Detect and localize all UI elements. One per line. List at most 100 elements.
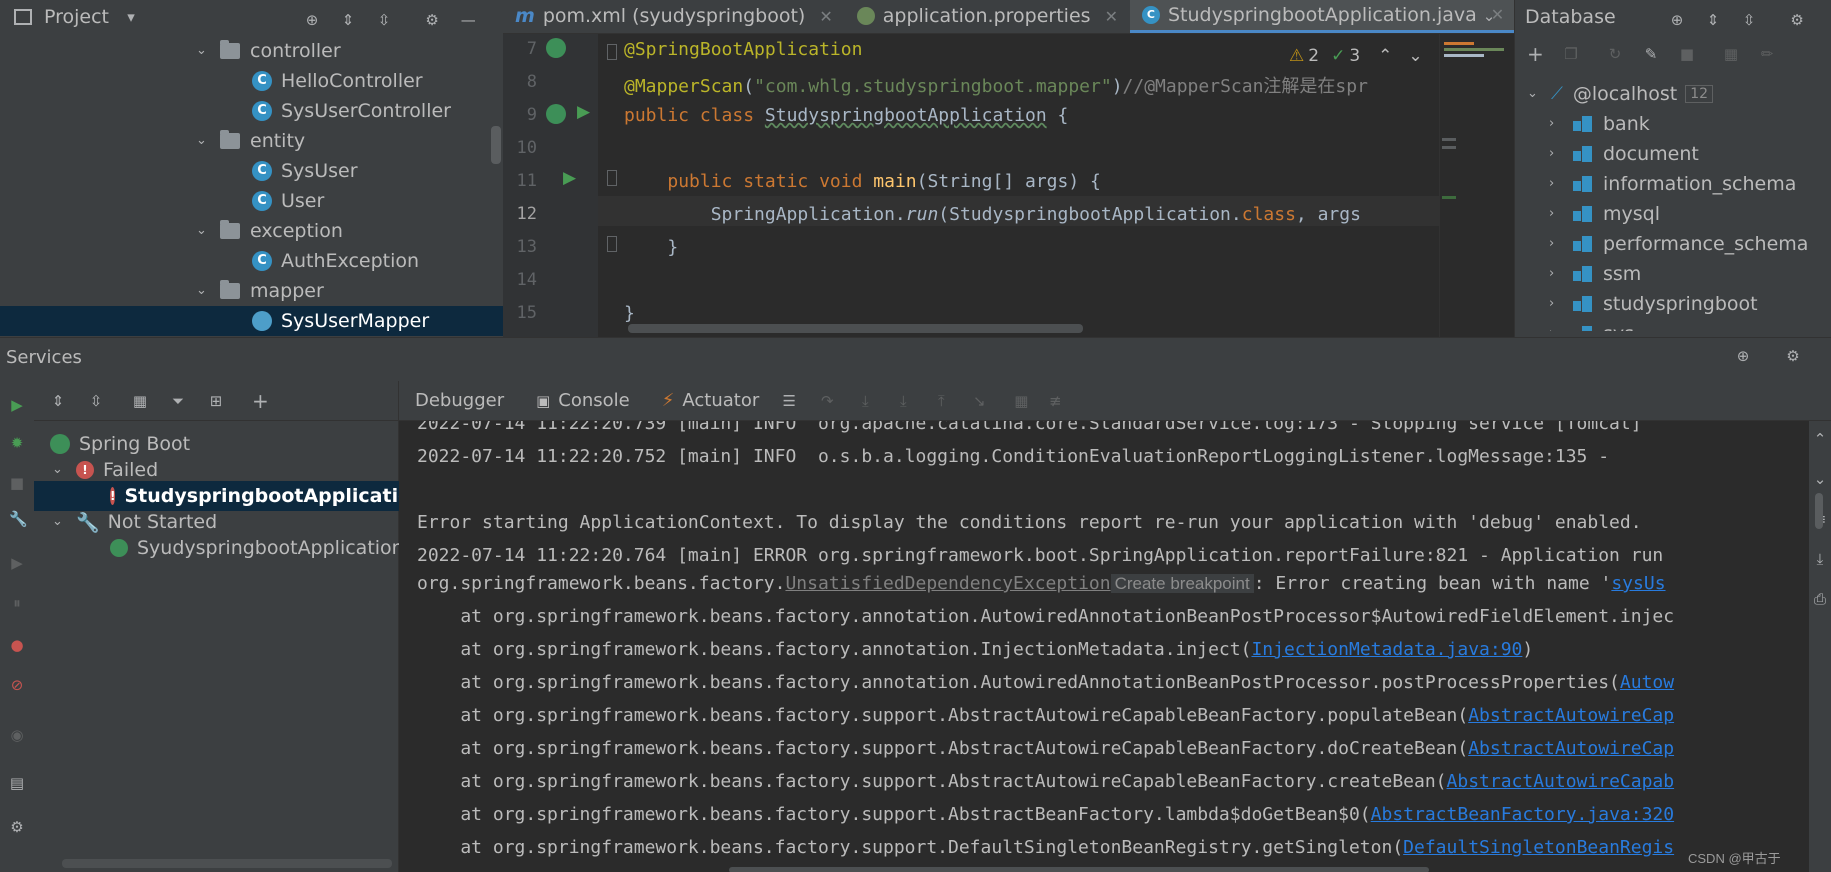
chevron-right-icon[interactable]: › <box>1549 297 1563 311</box>
spring-bean-icon[interactable] <box>546 38 566 58</box>
refresh-icon[interactable]: ↻ <box>1607 46 1623 62</box>
chevron-down-icon[interactable]: ⌄ <box>196 134 210 148</box>
chevron-down-icon[interactable]: ⌄ <box>52 515 66 529</box>
db-schema-2[interactable]: › information_schema <box>1549 169 1796 199</box>
code-line-11[interactable]: public static void main(String[] args) { <box>624 171 1101 192</box>
gear-icon[interactable]: ⚙ <box>1785 348 1801 364</box>
source-link[interactable]: InjectionMetadata.java:90 <box>1251 639 1522 660</box>
collapse-all-icon[interactable]: ⇳ <box>376 12 392 28</box>
copy-icon[interactable]: ❐ <box>1563 46 1579 62</box>
tree-class-2[interactable]: C SysUserController <box>252 96 451 126</box>
scroll-to-end-icon[interactable]: ⤓ <box>1812 551 1828 567</box>
wrench-icon[interactable]: ✎ <box>1643 46 1659 62</box>
chevron-down-icon[interactable]: ⌄ <box>196 224 210 238</box>
project-title[interactable]: Project <box>44 6 109 28</box>
chevron-down-icon[interactable]: ⌄ <box>1481 8 1497 24</box>
minimap[interactable] <box>1439 34 1514 337</box>
chevron-down-icon[interactable]: ⌄ <box>1408 46 1422 66</box>
edit-icon[interactable]: ✏ <box>1759 46 1775 62</box>
layout-icon[interactable]: ▤ <box>9 775 25 791</box>
chevron-right-icon[interactable]: › <box>1549 117 1563 131</box>
step-out-icon[interactable]: ⤒ <box>933 393 949 409</box>
code-line-9[interactable]: public class StudyspringbootApplication … <box>624 105 1068 126</box>
up-icon[interactable]: ⌃ <box>1812 431 1828 447</box>
db-schema-6[interactable]: › studyspringboot <box>1549 289 1758 319</box>
tree-folder-8[interactable]: ⌄ mapper <box>196 276 324 306</box>
debug-icon[interactable]: ✹ <box>9 435 25 451</box>
service-item-not-started-app[interactable]: SyudyspringbootApplication <box>110 533 404 563</box>
tree-folder-3[interactable]: ⌄ entity <box>196 126 305 156</box>
add-icon[interactable]: + <box>1527 44 1544 64</box>
source-link[interactable]: Autow <box>1620 672 1674 693</box>
chevron-right-icon[interactable]: › <box>1549 177 1563 191</box>
collapse-all-icon[interactable]: ⇳ <box>88 393 104 409</box>
chevron-up-icon[interactable]: ⌃ <box>1378 46 1392 66</box>
locate-icon[interactable]: ⊕ <box>1669 12 1685 28</box>
chevron-down-icon[interactable]: ⌄ <box>52 463 66 477</box>
new-tab-icon[interactable]: ⊞ <box>208 393 224 409</box>
step-into-icon[interactable]: ⤓ <box>857 393 873 409</box>
tree-folder-6[interactable]: ⌄ exception <box>196 216 343 246</box>
stop-icon[interactable]: ■ <box>1679 46 1695 62</box>
expand-all-icon[interactable]: ⇕ <box>50 393 66 409</box>
db-schema-5[interactable]: › ssm <box>1549 259 1641 289</box>
db-schema-1[interactable]: › document <box>1549 139 1699 169</box>
collapse-all-icon[interactable]: ⇳ <box>1741 12 1757 28</box>
chevron-down-icon[interactable]: ⌄ <box>196 284 210 298</box>
gear-icon[interactable]: ⚙ <box>424 12 440 28</box>
run-icon[interactable]: ▶ <box>563 168 576 188</box>
force-step-into-icon[interactable]: ⤓ <box>895 393 911 409</box>
chevron-right-icon[interactable]: › <box>1549 267 1563 281</box>
camera-icon[interactable]: ◉ <box>9 727 25 743</box>
code-line-12[interactable]: SpringApplication.run(StudyspringbootApp… <box>624 204 1361 225</box>
tab-application-properties[interactable]: application.properties ✕ <box>845 0 1130 33</box>
chevron-right-icon[interactable]: › <box>1549 147 1563 161</box>
close-icon[interactable]: ✕ <box>819 7 832 26</box>
source-link[interactable]: AbstractAutowireCapab <box>1447 771 1675 792</box>
source-link[interactable]: AbstractBeanFactory.java:320 <box>1371 804 1674 825</box>
fold-icon[interactable] <box>607 236 617 252</box>
source-link[interactable]: AbstractAutowireCap <box>1468 738 1674 759</box>
add-service-icon[interactable]: + <box>252 391 269 411</box>
code-line-13[interactable]: } <box>624 237 678 258</box>
view-breakpoints-icon[interactable]: ● <box>9 637 25 653</box>
expand-all-icon[interactable]: ⇕ <box>1705 12 1721 28</box>
tab-actuator[interactable]: ⚡ Actuator <box>646 381 776 421</box>
exception-link[interactable]: UnsatisfiedDependencyException <box>785 573 1110 594</box>
tree-class-7[interactable]: C AuthException <box>252 246 419 276</box>
chevron-right-icon[interactable]: › <box>1549 237 1563 251</box>
project-scrollbar[interactable] <box>491 126 501 164</box>
run-icon[interactable]: ▶ <box>577 102 590 122</box>
mute-breakpoints-icon[interactable]: ⊘ <box>9 677 25 693</box>
tab-pom-xml[interactable]: m pom.xml (syudyspringboot) ✕ <box>503 0 845 33</box>
db-host-row[interactable]: ⌄ ⟋ @localhost 12 <box>1527 79 1714 109</box>
services-tree-hscrollbar[interactable] <box>62 859 392 868</box>
code-line-8[interactable]: @MapperScan("com.whlg.studyspringboot.ma… <box>624 72 1368 98</box>
console-vscrollbar[interactable] <box>1815 493 1823 529</box>
locate-icon[interactable]: ⊕ <box>1735 348 1751 364</box>
console-hscrollbar[interactable] <box>729 867 1429 872</box>
step-over-icon[interactable]: ↷ <box>819 393 835 409</box>
filter-icon[interactable]: ⏷ <box>170 393 186 409</box>
close-icon[interactable]: ✕ <box>1105 7 1118 26</box>
print-icon[interactable]: ⎙ <box>1812 591 1828 607</box>
inspection-widget[interactable]: ⚠ 2 ✓ 3 ⌃ ⌄ <box>1285 46 1427 66</box>
chevron-down-icon[interactable]: ⌄ <box>1527 87 1541 101</box>
gear-icon[interactable]: ⚙ <box>1789 12 1805 28</box>
db-schema-4[interactable]: › performance_schema <box>1549 229 1808 259</box>
create-breakpoint-button[interactable]: Create breakpoint <box>1110 574 1254 593</box>
db-schema-0[interactable]: › bank <box>1549 109 1650 139</box>
chevron-down-icon[interactable]: ▾ <box>123 9 139 25</box>
run-to-cursor-icon[interactable]: ↘ <box>971 393 987 409</box>
editor-hscrollbar[interactable] <box>628 324 1083 333</box>
run-icon[interactable]: ▶ <box>9 397 25 413</box>
pause-icon[interactable]: ⏸ <box>9 595 25 611</box>
locate-icon[interactable]: ⊕ <box>304 12 320 28</box>
tree-folder-0[interactable]: ⌄ controller <box>196 36 341 66</box>
tree-mapper-9[interactable]: SysUserMapper <box>0 306 503 336</box>
fold-icon[interactable] <box>607 44 617 60</box>
db-schema-3[interactable]: › mysql <box>1549 199 1660 229</box>
bean-link[interactable]: sysUs <box>1611 573 1665 594</box>
source-link[interactable]: AbstractAutowireCap <box>1468 705 1674 726</box>
stop-icon[interactable]: ■ <box>9 475 25 491</box>
